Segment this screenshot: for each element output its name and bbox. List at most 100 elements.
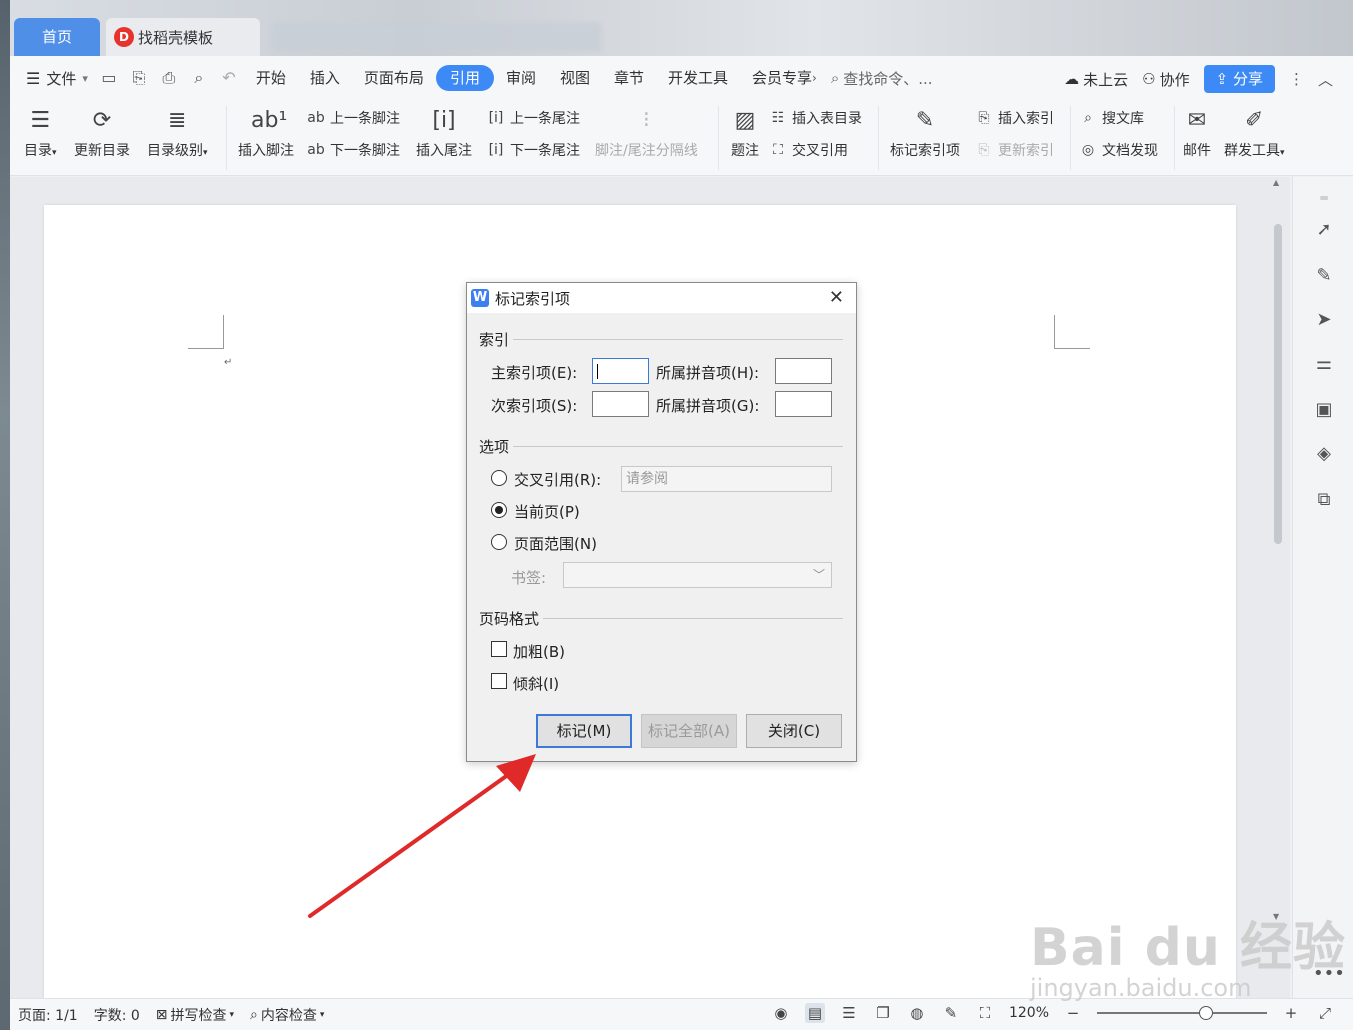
crop-mark-top-left <box>188 315 224 349</box>
export-pdf-icon[interactable]: ⎘ <box>128 67 150 89</box>
close-button[interactable]: 关闭(C) <box>746 714 842 748</box>
mark-button[interactable]: 标记(M) <box>536 714 632 748</box>
vertical-scrollbar[interactable]: ▲ ▼ <box>1272 178 1282 996</box>
group-tools-button[interactable]: ✐ 群发工具▾ <box>1224 106 1285 160</box>
page-count[interactable]: 页面: 1/1 <box>10 1005 86 1025</box>
insert-endnote-label: 插入尾注 <box>416 143 472 159</box>
print-preview-icon[interactable]: ⌕ <box>188 67 210 89</box>
prev-endnote-button[interactable]: [i] 上一条尾注 <box>486 108 580 128</box>
bold-checkbox[interactable] <box>491 641 507 657</box>
cloud-status[interactable]: ☁ 未上云 <box>1064 69 1128 90</box>
next-endnote-button[interactable]: [i] 下一条尾注 <box>486 140 580 160</box>
zoom-slider[interactable] <box>1097 1006 1267 1020</box>
tab-home[interactable]: 首页 <box>14 18 100 56</box>
page-range-radio-label[interactable]: 页面范围(N) <box>514 533 597 554</box>
web-view-icon[interactable]: ◍ <box>907 1003 927 1023</box>
menu-member[interactable]: 会员专享 <box>740 65 812 91</box>
toc-button[interactable]: ☰ 目录▾ <box>24 106 57 160</box>
insert-footnote-button[interactable]: ab¹ 插入脚注 <box>238 106 294 160</box>
sliders-icon[interactable]: ⚌ <box>1313 353 1335 375</box>
read-view-icon[interactable]: ❐ <box>873 1003 893 1023</box>
insert-index-label: 插入索引 <box>998 111 1054 127</box>
cursor-icon[interactable]: ➤ <box>1313 309 1335 331</box>
insert-table-toc-button[interactable]: ☷ 插入表目录 <box>768 108 862 128</box>
print-icon[interactable]: ⎙ <box>158 67 180 89</box>
tab-document-blurred[interactable] <box>272 22 602 52</box>
prev-footnote-icon: ab <box>307 110 325 126</box>
command-search[interactable]: ⌕ 查找命令、... <box>831 68 933 89</box>
outline-view-icon[interactable]: ☰ <box>839 1003 859 1023</box>
ai-spark-icon[interactable]: ◈ <box>1313 443 1335 465</box>
bold-checkbox-label[interactable]: 加粗(B) <box>513 641 565 662</box>
main-entry-input[interactable] <box>592 358 649 384</box>
pen-icon[interactable]: ✎ <box>1313 265 1335 287</box>
menu-start[interactable]: 开始 <box>244 65 298 91</box>
update-index-button[interactable]: ⎘ 更新索引 <box>974 140 1054 160</box>
zoom-out-icon[interactable]: − <box>1063 1003 1083 1023</box>
menu-references[interactable]: 引用 <box>435 65 494 91</box>
fullscreen-icon[interactable]: ⤢ <box>1315 1003 1335 1023</box>
save-icon[interactable]: ▭ <box>98 67 120 89</box>
menu-chapter[interactable]: 章节 <box>602 65 656 91</box>
annotate-icon[interactable]: ✎ <box>941 1003 961 1023</box>
doc-discover-label: 文档发现 <box>1102 143 1158 159</box>
scroll-up-icon[interactable]: ▲ <box>1273 178 1279 187</box>
cross-ref-input[interactable]: 请参阅 <box>621 466 832 492</box>
rocket-icon[interactable]: ➚ <box>1313 219 1335 241</box>
menu-developer[interactable]: 开发工具 <box>656 65 740 91</box>
mark-all-button[interactable]: 标记全部(A) <box>641 714 737 748</box>
collab-button[interactable]: ⚇ 协作 <box>1142 69 1189 90</box>
cross-ref-button[interactable]: ⛶ 交叉引用 <box>768 140 848 160</box>
content-check-button[interactable]: ⌕ 内容检查 ▾ <box>242 1005 332 1025</box>
dialog-title-bar[interactable]: W 标记索引项 ✕ <box>467 283 856 313</box>
cross-ref-radio-label[interactable]: 交叉引用(R): <box>514 469 601 490</box>
zoom-level[interactable]: 120% <box>1009 1005 1049 1021</box>
menu-view[interactable]: 视图 <box>548 65 602 91</box>
caption-button[interactable]: ▨ 题注 <box>730 106 760 160</box>
menu-review[interactable]: 审阅 <box>494 65 548 91</box>
share-button[interactable]: ⇪ 分享 <box>1203 65 1275 93</box>
page-view-icon[interactable]: ▤ <box>804 1003 825 1023</box>
mark-index-button[interactable]: ✎ 标记索引项 <box>890 106 960 160</box>
bookmark-select[interactable]: ﹀ <box>563 562 832 588</box>
cross-ref-radio[interactable] <box>491 470 507 486</box>
image-edit-icon[interactable]: ▣ <box>1313 399 1335 421</box>
zoom-in-icon[interactable]: + <box>1281 1003 1301 1023</box>
zoom-slider-thumb[interactable] <box>1199 1006 1213 1020</box>
sub-entry-input[interactable] <box>592 391 649 417</box>
italic-checkbox-label[interactable]: 倾斜(I) <box>513 673 559 694</box>
note-separator-button[interactable]: ⁝ 脚注/尾注分隔线 <box>595 106 698 160</box>
sub-pinyin-input[interactable] <box>775 391 832 417</box>
close-icon[interactable]: ✕ <box>829 287 844 308</box>
undo-icon[interactable]: ↶ <box>218 67 240 89</box>
search-library-button[interactable]: ⌕ 搜文库 <box>1078 108 1144 128</box>
spell-check-button[interactable]: ⊠ 拼写检查 ▾ <box>148 1005 242 1025</box>
scrollbar-thumb[interactable] <box>1274 224 1282 544</box>
file-menu[interactable]: ☰ 文件 ▾ <box>10 68 94 89</box>
insert-index-button[interactable]: ⎘ 插入索引 <box>974 108 1054 128</box>
page-range-radio[interactable] <box>491 534 507 550</box>
collapse-ribbon-icon[interactable]: ︿ <box>1318 69 1333 90</box>
doc-discover-button[interactable]: ◎ 文档发现 <box>1078 140 1158 160</box>
current-page-radio-label[interactable]: 当前页(P) <box>514 501 580 522</box>
current-page-radio[interactable] <box>491 502 507 518</box>
insert-endnote-button[interactable]: [i] 插入尾注 <box>416 106 472 160</box>
chevron-right-icon[interactable]: › <box>812 71 817 85</box>
main-pinyin-input[interactable] <box>775 358 832 384</box>
drag-handle-icon[interactable]: ═ <box>1313 187 1335 209</box>
menu-insert[interactable]: 插入 <box>298 65 352 91</box>
toc-level-button[interactable]: ≣ 目录级别▾ <box>147 106 208 160</box>
mail-button[interactable]: ✉ 邮件 <box>1182 106 1212 160</box>
next-footnote-button[interactable]: ab 下一条脚注 <box>306 140 400 160</box>
eye-protection-icon[interactable]: ◉ <box>771 1003 791 1023</box>
menu-page-layout[interactable]: 页面布局 <box>352 65 436 91</box>
more-vertical-icon[interactable]: ⋮ <box>1289 70 1304 88</box>
prev-footnote-button[interactable]: ab 上一条脚注 <box>306 108 400 128</box>
right-sidebar: ═ ➚ ✎ ➤ ⚌ ▣ ◈ ⧉ ••• <box>1292 177 1353 998</box>
book-search-icon[interactable]: ⧉ <box>1313 489 1335 511</box>
italic-checkbox[interactable] <box>491 673 507 689</box>
update-toc-button[interactable]: ⟳ 更新目录 <box>74 106 130 160</box>
tab-template[interactable]: D 找稻壳模板 <box>106 18 260 56</box>
fit-page-icon[interactable]: ⛶ <box>975 1003 995 1023</box>
word-count[interactable]: 字数: 0 <box>86 1005 148 1025</box>
